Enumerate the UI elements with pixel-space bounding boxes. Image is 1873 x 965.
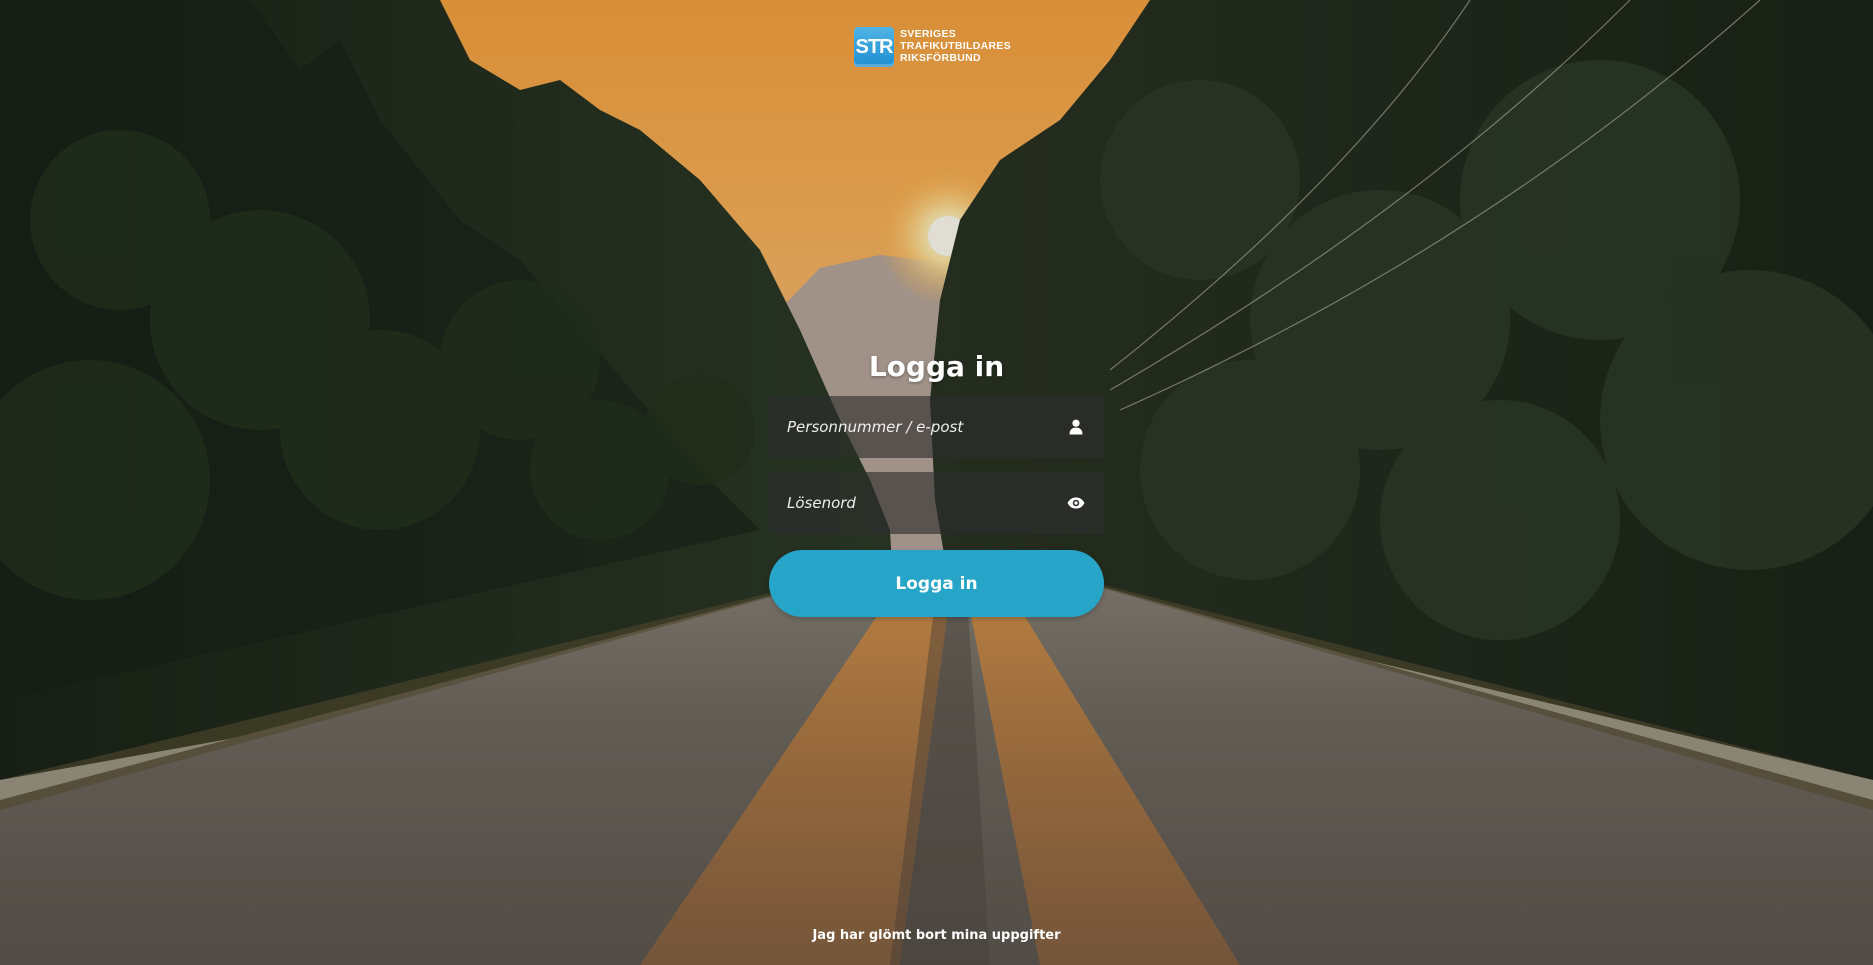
logo-line-3: RIKSFÖRBUND <box>900 52 981 64</box>
user-icon <box>1066 417 1086 437</box>
page-title: Logga in <box>868 350 1005 383</box>
logo-line-1: SVERIGES <box>900 28 957 40</box>
forgot-credentials-link[interactable]: Jag har glömt bort mina uppgifter <box>0 928 1873 943</box>
login-button[interactable]: Logga in <box>769 550 1104 617</box>
username-input[interactable] <box>787 418 1057 436</box>
logo-line-2: TRAFIKUTBILDARES <box>900 40 1011 52</box>
password-input[interactable] <box>787 494 1057 512</box>
logo-wordmark: SVERIGES TRAFIKUTBILDARES RIKSFÖRBUND <box>900 27 1011 64</box>
password-field[interactable] <box>769 472 1104 534</box>
brand-logo: STR SVERIGES TRAFIKUTBILDARES RIKSFÖRBUN… <box>854 27 1011 67</box>
eye-icon[interactable] <box>1066 493 1086 513</box>
logo-badge-text: STR <box>855 35 894 58</box>
username-field[interactable] <box>769 396 1104 458</box>
logo-badge: STR <box>854 27 894 67</box>
